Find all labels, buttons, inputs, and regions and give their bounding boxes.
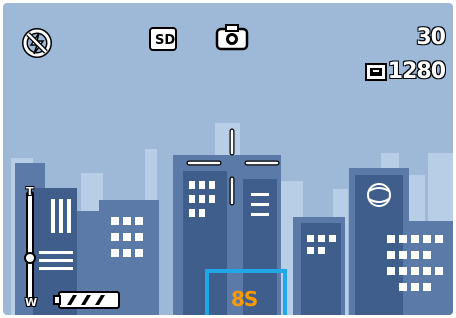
shots-remaining: 30 [416, 25, 446, 50]
camera-lcd: SD 30 1280 T W 8S [0, 0, 456, 318]
flash-off-icon [22, 28, 52, 58]
zoom-position-marker [24, 252, 36, 265]
resolution-value: 1280 [387, 59, 446, 84]
fine-quality-icon [365, 63, 387, 81]
viewfinder-screen: SD 30 1280 T W 8S [3, 3, 453, 315]
zoom-tele-label: T [26, 185, 33, 198]
self-timer-label: 8S [231, 287, 258, 311]
zoom-wide-label: W [25, 296, 37, 309]
battery-icon [53, 291, 120, 309]
zoom-bar [23, 191, 37, 305]
media-label: SD [155, 33, 176, 48]
camera-icon [215, 24, 249, 51]
